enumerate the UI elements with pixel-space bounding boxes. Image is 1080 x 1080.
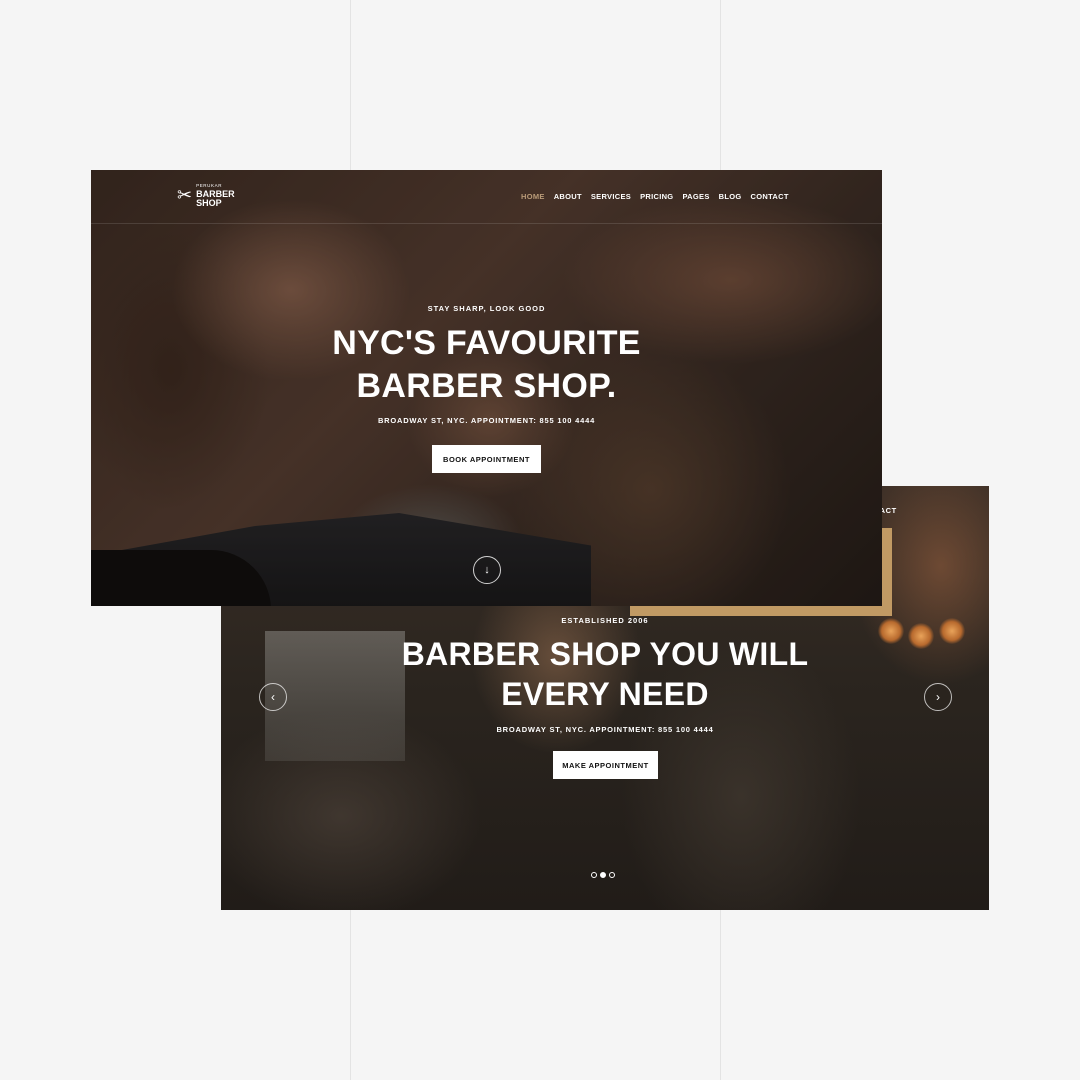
hero-title-line: EVERY NEED	[501, 676, 709, 712]
header-divider	[91, 223, 882, 224]
site-logo[interactable]: ✂ PERUKAR BARBER SHOP	[177, 181, 235, 208]
hero-title: BARBER SHOP YOU WILL EVERY NEED	[221, 634, 989, 714]
logo-big-text: SHOP	[196, 198, 222, 208]
prev-slide-icon[interactable]: ‹	[259, 683, 287, 711]
hero-screenshot: ✂ PERUKAR BARBER SHOP HOME ABOUT SERVICE…	[91, 170, 882, 606]
hero-eyebrow: ESTABLISHED 2006	[561, 616, 649, 625]
slider-dot[interactable]	[609, 872, 615, 878]
slider-dot[interactable]	[591, 872, 597, 878]
hero-title: NYC'S FAVOURITE BARBER SHOP.	[91, 322, 882, 408]
slider-dots	[591, 872, 615, 878]
nav-item-services[interactable]: SERVICES	[591, 192, 631, 201]
main-nav: HOME ABOUT SERVICES PRICING PAGES BLOG C…	[521, 192, 789, 201]
next-slide-icon[interactable]: ›	[924, 683, 952, 711]
hero-title-line: NYC'S FAVOURITE	[332, 324, 641, 362]
nav-item-pages[interactable]: PAGES	[682, 192, 709, 201]
make-appointment-button[interactable]: MAKE APPOINTMENT	[553, 751, 658, 779]
logo-text: PERUKAR BARBER SHOP	[196, 181, 235, 208]
hero-address: BROADWAY ST, NYC. APPOINTMENT: 855 100 4…	[377, 416, 596, 425]
hero-address: BROADWAY ST, NYC. APPOINTMENT: 855 100 4…	[496, 725, 714, 734]
hero-title-line: BARBER SHOP YOU WILL	[401, 636, 809, 672]
nav-item-pricing[interactable]: PRICING	[640, 192, 673, 201]
hero-eyebrow: STAY SHARP, LOOK GOOD	[427, 304, 546, 313]
nav-item-contact[interactable]: CONTACT	[751, 192, 789, 201]
nav-item-blog[interactable]: BLOG	[719, 192, 742, 201]
slider-dot-active[interactable]	[600, 872, 606, 878]
scissors-icon: ✂	[177, 184, 193, 205]
nav-item-about[interactable]: ABOUT	[554, 192, 582, 201]
hero-title-line: BARBER SHOP.	[356, 367, 617, 405]
nav-item-home[interactable]: HOME	[521, 192, 545, 201]
arrow-down-icon[interactable]: ↓	[473, 556, 501, 584]
book-appointment-button[interactable]: BOOK APPOINTMENT	[432, 445, 541, 473]
